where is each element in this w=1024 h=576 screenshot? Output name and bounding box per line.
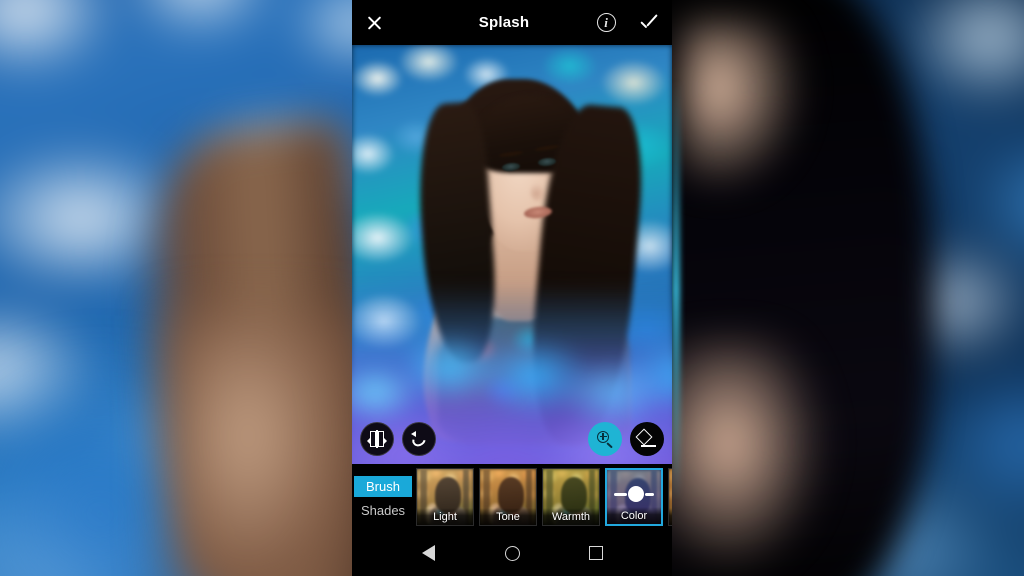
filter-thumb-label: Light <box>417 508 473 525</box>
top-app-bar: Splash i <box>352 0 672 45</box>
recents-square-icon <box>589 546 603 560</box>
filter-thumb-tone[interactable]: Tone <box>479 468 537 526</box>
filter-filmstrip[interactable]: Light Tone Warmth Color <box>414 464 672 530</box>
canvas-tool-row <box>352 422 672 456</box>
filter-thumb-label: Color <box>607 507 661 524</box>
nav-back-button[interactable] <box>406 535 450 571</box>
filter-thumb-warmth[interactable]: Warmth <box>542 468 600 526</box>
undo-arrow-icon <box>409 431 429 449</box>
bottom-toolbar: Brush Shades Light Tone Warmth Color <box>352 464 672 530</box>
backdrop-skin-bloom-left <box>172 316 352 576</box>
nav-home-button[interactable] <box>490 535 534 571</box>
backdrop-skin-bloom-right-bottom <box>672 340 822 570</box>
photo-canvas[interactable] <box>352 45 672 464</box>
mode-brush-button[interactable]: Brush <box>354 475 412 497</box>
blurred-backdrop-right <box>672 0 1024 576</box>
back-triangle-icon <box>421 545 435 561</box>
confirm-button[interactable] <box>628 0 672 45</box>
page-title: Splash <box>478 14 530 31</box>
screenshot-root: Splash i Brush Shades Light Tone Warmth … <box>0 0 1024 576</box>
filter-thumb-next[interactable] <box>668 468 672 526</box>
zoom-button[interactable] <box>588 422 622 456</box>
close-x-icon <box>366 14 383 31</box>
subject-nose <box>530 183 546 201</box>
checkmark-icon <box>640 15 660 31</box>
undo-button[interactable] <box>402 422 436 456</box>
slider-knob-icon <box>607 486 661 502</box>
backdrop-skin-bloom-right-top <box>682 20 802 190</box>
filter-thumb-label: Tone <box>480 508 536 525</box>
eraser-icon <box>635 428 657 448</box>
compare-split-icon <box>367 430 387 448</box>
phone-screen: Splash i Brush Shades Light Tone Warmth … <box>352 0 672 576</box>
backdrop-edge-glow <box>672 80 680 500</box>
nav-recents-button[interactable] <box>574 535 618 571</box>
eraser-button[interactable] <box>630 422 664 456</box>
info-button[interactable]: i <box>584 0 628 45</box>
compare-button[interactable] <box>360 422 394 456</box>
filter-thumb-label: Warmth <box>543 508 599 525</box>
mode-selector: Brush Shades <box>352 464 414 530</box>
info-circle-icon: i <box>596 13 616 32</box>
close-button[interactable] <box>352 0 396 45</box>
mode-shades-button[interactable]: Shades <box>354 500 412 521</box>
filter-thumb-light[interactable]: Light <box>416 468 474 526</box>
android-navigation-bar <box>352 530 672 576</box>
filter-thumb-color[interactable]: Color <box>605 468 663 526</box>
filter-thumb-label <box>669 508 672 525</box>
home-circle-icon <box>504 545 520 561</box>
blurred-backdrop-left <box>0 0 352 576</box>
magnifier-plus-icon <box>596 430 615 449</box>
